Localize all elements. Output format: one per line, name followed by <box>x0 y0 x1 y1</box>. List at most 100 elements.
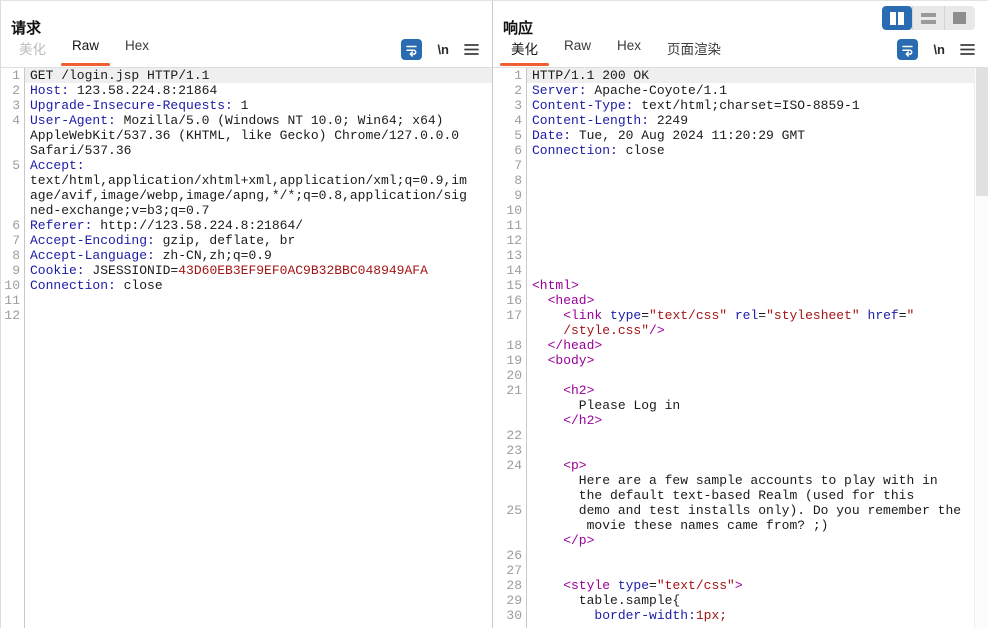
request-tab-beautify[interactable]: 美化 <box>6 38 59 67</box>
line-number: 8 <box>12 248 20 263</box>
code-line[interactable]: </h2> <box>493 413 988 428</box>
code-line[interactable]: /style.css"/> <box>493 323 988 338</box>
newline-toggle[interactable]: \n <box>933 42 945 57</box>
code-line[interactable]: the default text-based Realm (used for t… <box>493 488 988 503</box>
line-number: 15 <box>506 278 522 293</box>
code-line[interactable]: 10 Connection: close <box>1 278 492 293</box>
code-line[interactable]: 27 <box>493 563 988 578</box>
response-tab-beautify[interactable]: 美化 <box>498 38 551 67</box>
line-number: 30 <box>506 608 522 623</box>
code-line[interactable]: 23 <box>493 443 988 458</box>
code-line[interactable]: 11 <box>1 293 492 308</box>
code-line[interactable]: 14 <box>493 263 988 278</box>
code-line[interactable]: 29 table.sample{ <box>493 593 988 608</box>
code-line[interactable]: 13 <box>493 248 988 263</box>
code-line[interactable]: 16 <head> <box>493 293 988 308</box>
request-tab-hex[interactable]: Hex <box>112 38 162 67</box>
code-line[interactable]: 8 <box>493 173 988 188</box>
code-line[interactable]: 1 HTTP/1.1 200 OK <box>493 68 988 83</box>
code-line[interactable]: 2 Host: 123.58.224.8:21864 <box>1 83 492 98</box>
code-line[interactable]: 6 Referer: http://123.58.224.8:21864/ <box>1 218 492 233</box>
code-line[interactable]: 4 Content-Length: 2249 <box>493 113 988 128</box>
code-line[interactable]: Here are a few sample accounts to play w… <box>493 473 988 488</box>
code-line[interactable]: 10 <box>493 203 988 218</box>
response-scrollbar[interactable] <box>974 68 988 628</box>
line-number: 9 <box>12 263 20 278</box>
request-panel-title: 请求 <box>11 20 42 37</box>
layout-single-panel-button[interactable] <box>943 6 975 30</box>
line-number: 1 <box>514 68 522 83</box>
line-text <box>24 308 492 323</box>
code-line[interactable]: 9 Cookie: JSESSIONID=43D60EB3EF9EF0AC9B32… <box>1 263 492 278</box>
code-line[interactable]: Please Log in <box>493 398 988 413</box>
response-tab-render[interactable]: 页面渲染 <box>654 38 734 67</box>
code-line[interactable]: 7 <box>493 158 988 173</box>
code-line[interactable]: 4 User-Agent: Mozilla/5.0 (Windows NT 10.… <box>1 113 492 128</box>
code-line[interactable]: 26 <box>493 548 988 563</box>
wrap-lines-icon[interactable] <box>897 39 919 60</box>
line-number <box>493 488 526 503</box>
scrollbar-thumb[interactable] <box>976 68 988 196</box>
code-line[interactable]: 11 <box>493 218 988 233</box>
response-tabs: 美化 Raw Hex 页面渲染 <box>498 38 734 67</box>
line-number: 18 <box>506 338 522 353</box>
code-line[interactable]: Safari/537.36 <box>1 143 492 158</box>
code-line[interactable]: 15 <html> <box>493 278 988 293</box>
code-line[interactable]: 6 Connection: close <box>493 143 988 158</box>
code-line[interactable]: 12 <box>1 308 492 323</box>
layout-split-vertical-button[interactable] <box>882 6 913 30</box>
line-number: 29 <box>506 593 522 608</box>
request-tab-raw[interactable]: Raw <box>59 38 112 67</box>
line-number <box>493 473 526 488</box>
line-number: 10 <box>506 203 522 218</box>
code-line[interactable]: 3 Content-Type: text/html;charset=ISO-885… <box>493 98 988 113</box>
code-line[interactable]: 18 </head> <box>493 338 988 353</box>
code-line[interactable]: age/avif,image/webp,image/apng,*/*;q=0.8… <box>1 188 492 203</box>
line-text: Cookie: JSESSIONID=43D60EB3EF9EF0AC9B32B… <box>30 263 428 278</box>
line-number: 25 <box>506 503 522 518</box>
line-text: demo and test installs only). Do you rem… <box>532 503 962 518</box>
request-editor[interactable]: 1 GET /login.jsp HTTP/1.1 2 Host: 123.58.22… <box>1 68 492 628</box>
code-line[interactable]: movie these names came from? ;) <box>493 518 988 533</box>
code-line[interactable]: 17 <link type="text/css" rel="stylesheet… <box>493 308 988 323</box>
code-line[interactable]: 1 GET /login.jsp HTTP/1.1 <box>1 68 492 83</box>
line-number: 14 <box>506 263 522 278</box>
code-line[interactable]: AppleWebKit/537.36 (KHTML, like Gecko) C… <box>1 128 492 143</box>
code-line[interactable]: 30 border-width:1px; <box>493 608 988 623</box>
response-tab-raw[interactable]: Raw <box>551 38 604 67</box>
code-line[interactable]: ned-exchange;v=b3;q=0.7 <box>1 203 492 218</box>
line-number: 10 <box>4 278 20 293</box>
code-line[interactable]: 21 <h2> <box>493 383 988 398</box>
code-line[interactable]: text/html,application/xhtml+xml,applicat… <box>1 173 492 188</box>
code-line[interactable]: 2 Server: Apache-Coyote/1.1 <box>493 83 988 98</box>
code-line[interactable]: 28 <style type="text/css"> <box>493 578 988 593</box>
code-line[interactable]: 7 Accept-Encoding: gzip, deflate, br <box>1 233 492 248</box>
code-line[interactable]: 3 Upgrade-Insecure-Requests: 1 <box>1 98 492 113</box>
response-editor[interactable]: 1 HTTP/1.1 200 OK 2 Server: Apache-Coyote/1… <box>493 68 988 628</box>
response-tab-hex[interactable]: Hex <box>604 38 654 67</box>
menu-icon[interactable] <box>960 43 975 56</box>
code-line[interactable]: 20 <box>493 368 988 383</box>
code-line[interactable]: 12 <box>493 233 988 248</box>
code-line[interactable]: 8 Accept-Language: zh-CN,zh;q=0.9 <box>1 248 492 263</box>
code-line[interactable]: </p> <box>493 533 988 548</box>
code-line[interactable]: 22 <box>493 428 988 443</box>
line-number: 8 <box>514 173 522 188</box>
line-text: Accept-Language: zh-CN,zh;q=0.9 <box>30 248 272 263</box>
newline-toggle[interactable]: \n <box>437 42 449 57</box>
menu-icon[interactable] <box>464 43 479 56</box>
code-line[interactable]: 19 <body> <box>493 353 988 368</box>
line-text <box>526 188 988 203</box>
line-text: <body> <box>532 353 595 368</box>
code-line[interactable]: 9 <box>493 188 988 203</box>
line-text: Host: 123.58.224.8:21864 <box>30 83 218 98</box>
code-line[interactable]: 5 Date: Tue, 20 Aug 2024 11:20:29 GMT <box>493 128 988 143</box>
code-line[interactable]: 25 demo and test installs only). Do you … <box>493 503 988 518</box>
wrap-lines-icon[interactable] <box>401 39 423 60</box>
layout-split-horizontal-button[interactable] <box>912 6 943 30</box>
line-number <box>493 323 526 338</box>
line-text: Safari/537.36 <box>30 143 132 158</box>
code-line[interactable]: 24 <p> <box>493 458 988 473</box>
line-number: 23 <box>506 443 522 458</box>
code-line[interactable]: 5 Accept: <box>1 158 492 173</box>
